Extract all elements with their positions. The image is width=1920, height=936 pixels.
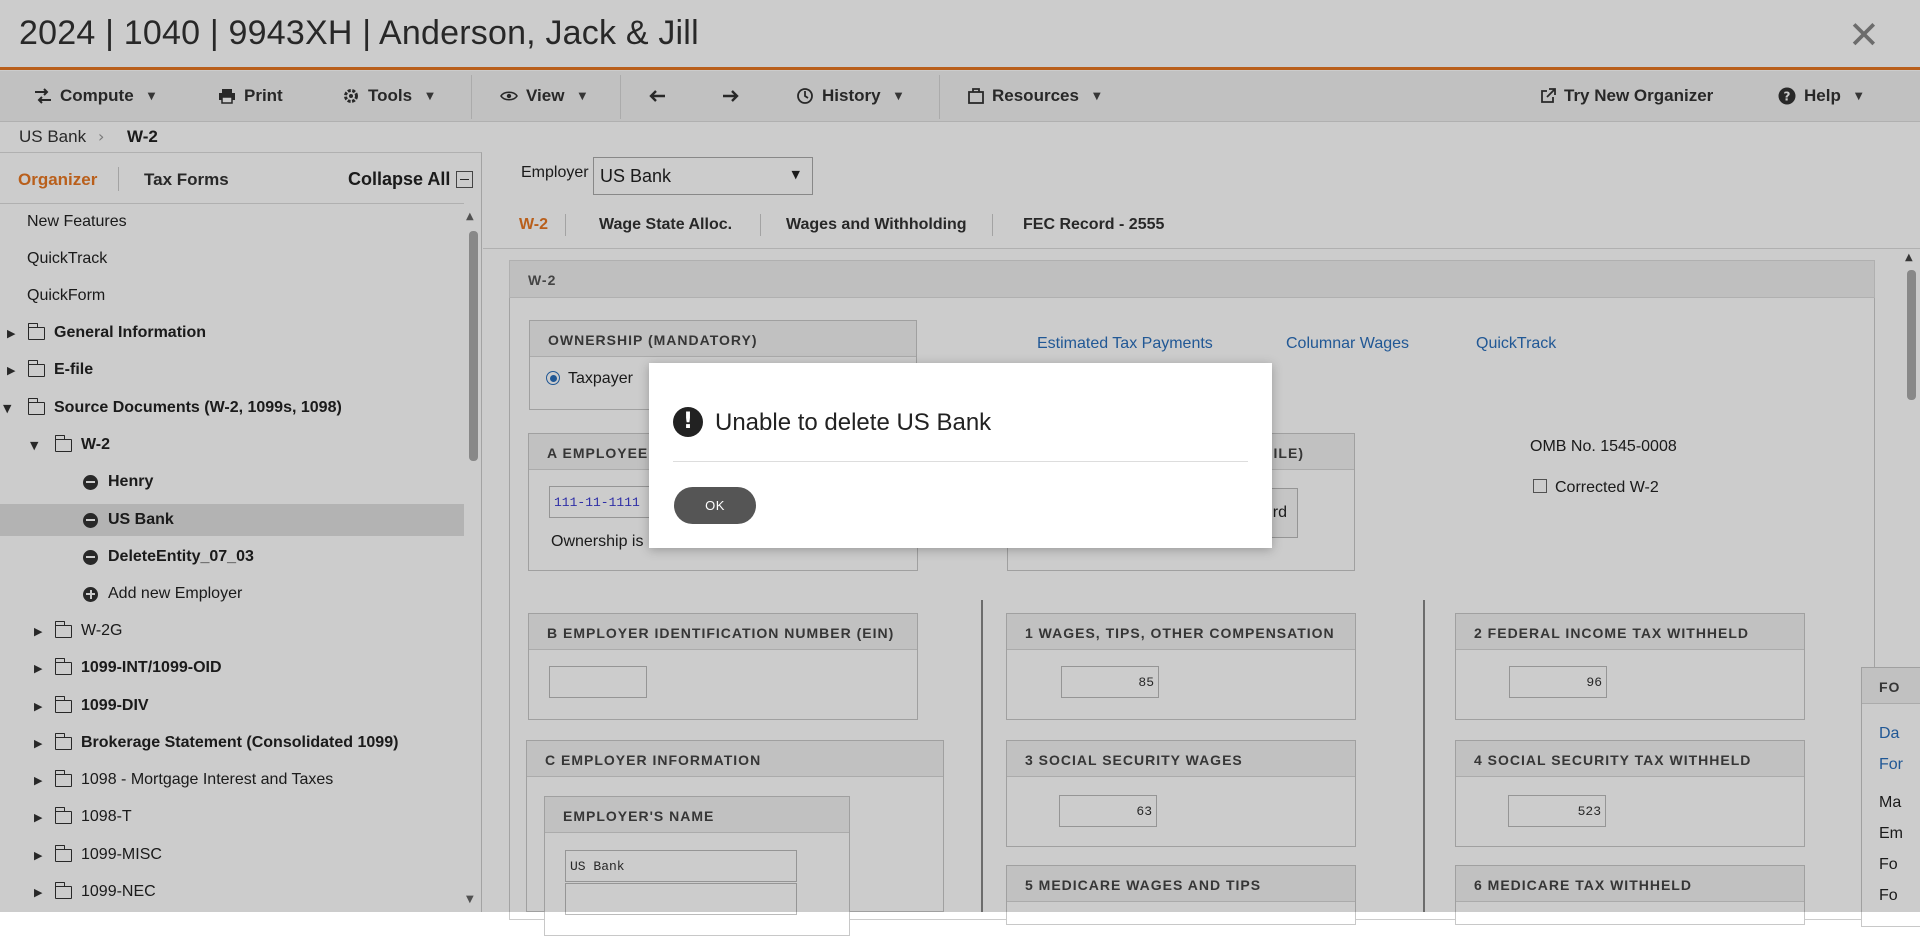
error-dialog: ! Unable to delete US Bank OK — [649, 363, 1272, 548]
exclamation-icon: ! — [673, 407, 703, 437]
dialog-message: Unable to delete US Bank — [715, 409, 992, 436]
ok-button[interactable]: OK — [674, 487, 756, 524]
dialog-divider — [673, 461, 1248, 462]
